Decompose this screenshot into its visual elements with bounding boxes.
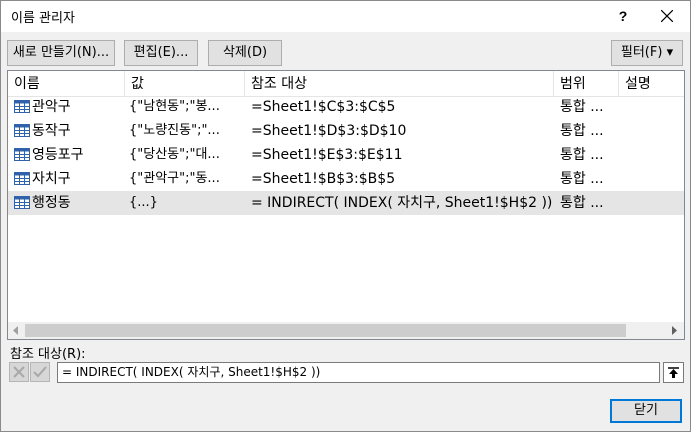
refers-to-input[interactable]: = INDIRECT( INDEX( 자치구, Sheet1!$H$2 )) — [57, 362, 660, 383]
list-header: 이름 값 참조 대상 범위 설명 — [8, 71, 684, 97]
scrollbar-thumb[interactable] — [25, 324, 626, 337]
row-refers-to: =Sheet1!$B$3:$B$5 — [251, 171, 396, 187]
window-title: 이름 관리자 — [11, 11, 75, 26]
column-header-refers-to[interactable]: 참조 대상 — [245, 71, 554, 97]
scroll-right-icon[interactable] — [672, 326, 678, 335]
row-refers-to: =Sheet1!$E$3:$E$11 — [251, 147, 403, 163]
confirm-edit-button[interactable] — [30, 362, 50, 382]
cancel-x-icon — [13, 366, 25, 378]
row-refers-to: =Sheet1!$C$3:$C$5 — [251, 99, 396, 115]
row-value: {"당산동";"대... — [129, 147, 220, 162]
names-list[interactable]: 이름 값 참조 대상 범위 설명 관악구 {"남현동";"봉... =Sheet… — [7, 70, 685, 340]
row-name: 행정동 — [32, 195, 71, 211]
row-scope: 통합 ... — [560, 195, 604, 211]
row-refers-to: =Sheet1!$D$3:$D$10 — [251, 123, 407, 139]
table-icon — [14, 196, 30, 209]
filter-button[interactable]: 필터(F) ▾ — [611, 40, 683, 66]
edit-name-button[interactable]: 편집(E)... — [124, 40, 198, 66]
collapse-dialog-button[interactable] — [663, 362, 684, 383]
row-scope: 통합 ... — [560, 99, 604, 115]
horizontal-scrollbar[interactable] — [8, 322, 684, 339]
help-button[interactable]: ? — [609, 5, 637, 27]
new-name-button[interactable]: 새로 만들기(N)... — [7, 40, 115, 66]
column-header-value[interactable]: 값 — [125, 71, 245, 97]
row-scope: 통합 ... — [560, 147, 604, 163]
collapse-arrow-icon — [668, 367, 679, 378]
table-row[interactable]: 자치구 {"관악구";"동... =Sheet1!$B$3:$B$5 통합 ..… — [8, 167, 684, 191]
row-value: {"노량진동";"... — [129, 123, 220, 138]
title-bar: 이름 관리자 ? — [1, 1, 690, 32]
name-manager-dialog: 이름 관리자 ? 새로 만들기(N)... 편집(E)... 삭제(D) 필터(… — [0, 0, 691, 432]
table-icon — [14, 100, 30, 113]
table-row[interactable]: 관악구 {"남현동";"봉... =Sheet1!$C$3:$C$5 통합 ..… — [8, 95, 684, 119]
delete-name-button[interactable]: 삭제(D) — [208, 40, 282, 66]
table-icon — [14, 124, 30, 137]
row-scope: 통합 ... — [560, 123, 604, 139]
table-icon — [14, 148, 30, 161]
close-button[interactable]: 닫기 — [610, 399, 682, 423]
row-value: {"남현동";"봉... — [129, 99, 220, 114]
close-window-button[interactable] — [651, 5, 683, 27]
row-value: {...} — [129, 195, 158, 210]
row-scope: 통합 ... — [560, 171, 604, 187]
table-row-selected[interactable]: 행정동 {...} = INDIRECT( INDEX( 자치구, Sheet1… — [8, 191, 684, 215]
row-value: {"관악구";"동... — [129, 171, 220, 186]
row-name: 영등포구 — [32, 147, 84, 163]
row-refers-to: = INDIRECT( INDEX( 자치구, Sheet1!$H$2 )) — [251, 195, 553, 211]
refers-to-label: 참조 대상(R): — [10, 347, 86, 362]
close-icon — [661, 10, 673, 22]
row-name: 자치구 — [32, 171, 71, 187]
table-row[interactable]: 동작구 {"노량진동";"... =Sheet1!$D$3:$D$10 통합 .… — [8, 119, 684, 143]
checkmark-icon — [33, 366, 47, 378]
column-header-scope[interactable]: 범위 — [554, 71, 619, 97]
column-header-comment[interactable]: 설명 — [619, 71, 684, 97]
row-name: 관악구 — [32, 99, 71, 115]
table-icon — [14, 172, 30, 185]
row-name: 동작구 — [32, 123, 71, 139]
table-row[interactable]: 영등포구 {"당산동";"대... =Sheet1!$E$3:$E$11 통합 … — [8, 143, 684, 167]
scroll-left-icon[interactable] — [13, 326, 19, 335]
cancel-edit-button[interactable] — [9, 362, 29, 382]
column-header-name[interactable]: 이름 — [8, 71, 125, 97]
